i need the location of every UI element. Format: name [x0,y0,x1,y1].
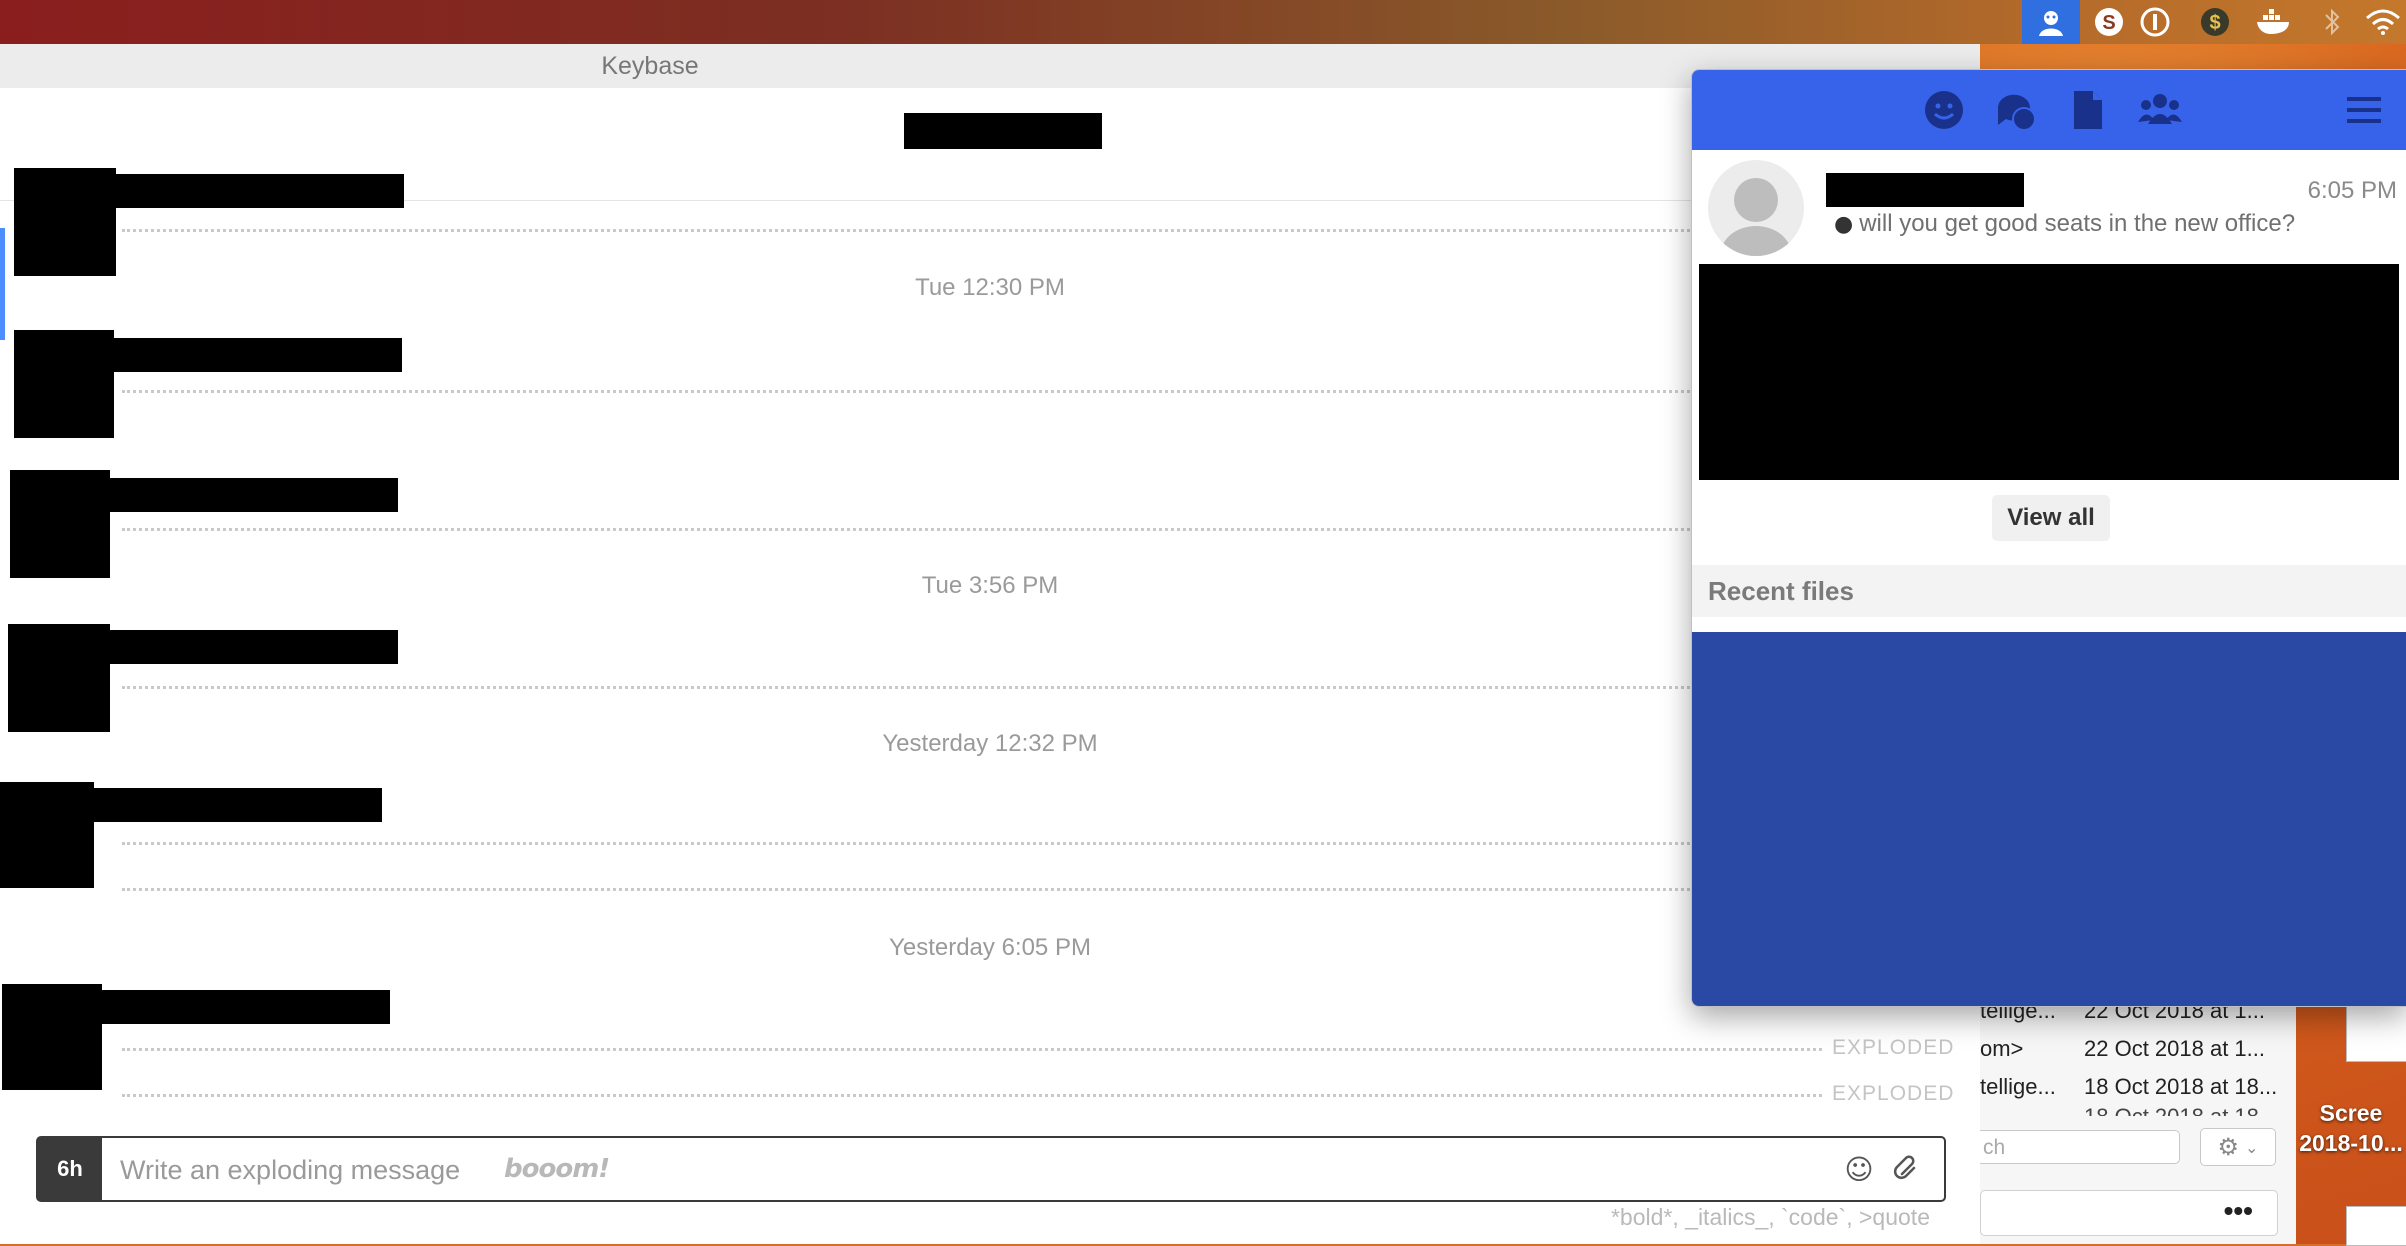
bomb-icon: ● [1834,212,1854,237]
day-stamp: Yesterday 6:05 PM [889,934,1091,961]
exploded-message-placeholder [122,390,1852,393]
redacted-username[interactable] [110,478,398,512]
window-title: Keybase [601,52,699,80]
more-icon: ••• [2223,1195,2253,1226]
redacted-username[interactable] [94,788,382,822]
people-icon[interactable] [1920,86,1968,134]
recent-files-header: Recent files [1692,565,2406,617]
file-date: 22 Oct 2018 at 1... [2084,1036,2266,1061]
popup-tab-bar [1692,70,2406,150]
exploded-message-placeholder [122,229,1852,232]
notification-snippet[interactable]: ● will you get good seats in the new offi… [1834,210,2295,238]
wifi-icon[interactable] [2360,0,2406,44]
avatar[interactable] [0,782,94,888]
avatar[interactable] [1708,160,1804,256]
exploded-message-placeholder [122,888,1852,891]
day-stamp: Tue 3:56 PM [921,572,1059,599]
docker-icon[interactable] [2250,0,2300,44]
1password-icon[interactable] [2132,0,2178,44]
avatar[interactable] [14,330,114,438]
teams-icon[interactable] [2136,86,2184,134]
snippet-text: will you get good seats in the new offic… [1859,210,2296,237]
exploded-label: EXPLODED [1832,1036,1955,1059]
avatar[interactable] [2,984,102,1090]
redacted-conversation-name[interactable] [1826,173,2024,207]
hamburger-menu-icon[interactable] [2340,86,2388,134]
more-button[interactable]: ••• [1980,1190,2278,1236]
exploded-label: EXPLODED [1832,1082,1955,1105]
boom-graphic: booom! [504,1154,610,1184]
redacted-conversation-name [904,113,1102,149]
avatar[interactable] [14,168,116,276]
bluetooth-icon[interactable] [2310,0,2354,44]
day-stamp: Yesterday 12:32 PM [882,730,1098,757]
redacted-username[interactable] [116,174,404,208]
svg-text:$: $ [2209,12,2220,34]
keybase-icon[interactable] [2022,0,2080,44]
emoji-icon[interactable]: ☺ [1840,1150,1878,1188]
paperclip-icon[interactable] [1888,1150,1926,1188]
keybase-menubar-popup: 6:05 PM ● will you get good seats in the … [1691,69,2406,1007]
window-titlebar: Keybase [0,44,1980,89]
message-input[interactable] [118,1138,1822,1202]
formatting-hint: *bold*, _italics_, `code`, >quote [1610,1204,1930,1230]
avatar-placeholder-body [1720,226,1792,256]
desktop-file-label[interactable]: Scree 2018-10... [2296,1098,2406,1158]
exploded-message-placeholder [122,686,1852,689]
redacted-username[interactable] [102,990,390,1024]
finder-window: tellige... 22 Oct 2018 at 1... om> 22 Oc… [1976,990,2296,1244]
skype-icon[interactable]: S [2086,0,2132,44]
exploded-message-placeholder [122,528,1852,531]
exploded-message-placeholder [122,1048,1822,1051]
chevron-down-icon: ⌄ [2245,1137,2259,1157]
gear-icon[interactable]: ⚙ ⌄ [2200,1128,2276,1166]
file-row[interactable]: 18 Oct 2018 at 18... [1980,1104,2296,1116]
file-name: om> [1980,1036,2024,1061]
avatar[interactable] [8,624,110,732]
dollar-icon[interactable]: $ [2192,0,2238,44]
chat-icon[interactable] [1992,86,2040,134]
macos-menubar: S $ [0,0,2406,44]
file-name: tellige... [1980,1074,2056,1099]
desktop-file-thumbnail[interactable] [2346,1206,2406,1246]
file-date: 18 Oct 2018 at 18... [2084,1074,2278,1099]
exploded-message-placeholder [122,842,1852,845]
redacted-username[interactable] [114,338,402,372]
redacted-conversations-list[interactable] [1699,264,2399,480]
redacted-username[interactable] [110,630,398,664]
recent-files-list[interactable] [1692,632,2406,1006]
message-composer: 6h booom! ☺ [36,1136,1946,1202]
finder-search-field[interactable]: ch [1976,1130,2180,1164]
day-stamp: Tue 12:30 PM [915,274,1065,301]
exploded-message-placeholder [122,1094,1822,1097]
avatar-placeholder-head [1734,178,1778,222]
view-all-button[interactable]: View all [1992,495,2110,541]
keybase-window: Keybase Tue 12:30 PM Tue 3:56 PM Yesterd… [0,44,1980,1244]
file-icon[interactable] [2064,86,2112,134]
svg-text:S: S [2102,12,2115,34]
file-date: 18 Oct 2018 at 18... [2084,1104,2277,1116]
explode-timer-button[interactable]: 6h [38,1138,102,1200]
avatar[interactable] [10,470,110,578]
notification-time: 6:05 PM [2307,177,2397,204]
